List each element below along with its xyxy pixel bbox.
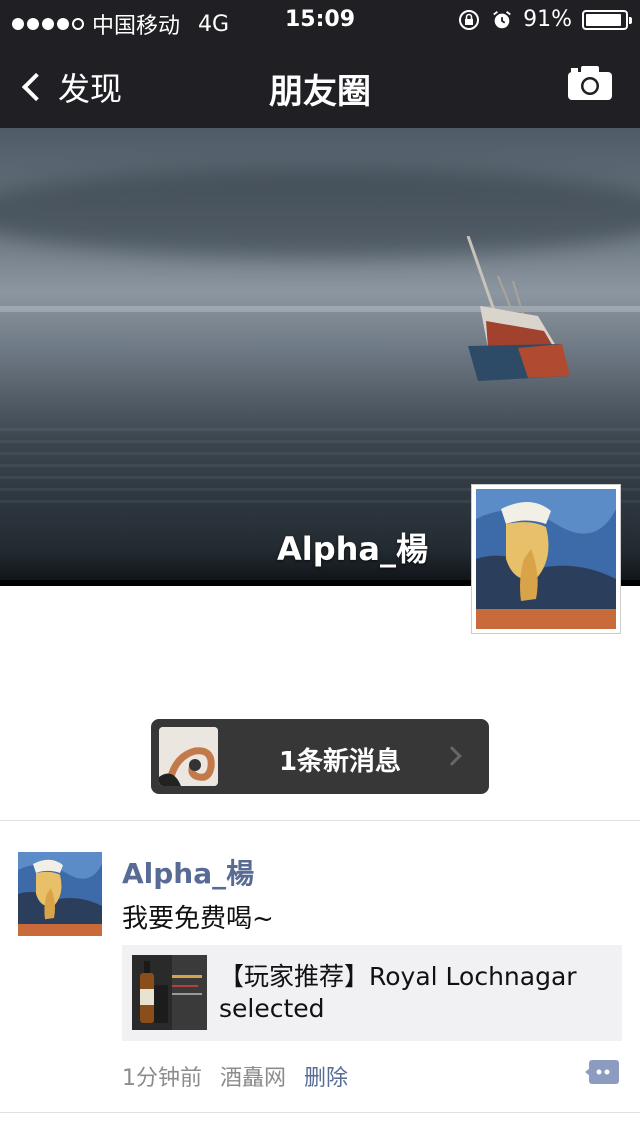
battery-icon (582, 9, 632, 30)
comment-icon[interactable] (585, 1060, 619, 1086)
whisky-bottle-image (132, 955, 207, 1030)
post-text: 我要免费喝~ (122, 904, 274, 934)
camera-icon[interactable] (568, 66, 612, 100)
link-title: 【玩家推荐】Royal Lochnagar selected (219, 962, 577, 1023)
profile-avatar[interactable] (471, 484, 621, 634)
cover-username: Alpha_楊 (276, 530, 428, 568)
rotation-lock-icon (459, 9, 480, 30)
battery-fill (586, 13, 621, 26)
post-time: 1分钟前 (122, 1066, 202, 1091)
status-bar: 中国移动 4G 15:09 91% (0, 0, 640, 40)
author-painting-image (18, 852, 102, 936)
alarm-icon (493, 10, 511, 28)
post-author-name[interactable]: Alpha_楊 (122, 852, 254, 892)
status-right: 91% (457, 7, 632, 32)
page-title: 朋友圈 (269, 72, 371, 112)
shipwreck-image (466, 236, 570, 381)
shared-link-card[interactable]: 【玩家推荐】Royal Lochnagar selected (122, 945, 622, 1041)
link-thumbnail (132, 955, 207, 1030)
nav-bar: 发现 朋友圈 (0, 40, 640, 128)
battery-percent: 91% (523, 7, 572, 32)
post-meta: 1分钟前 酒矗网 删除 (122, 1060, 348, 1092)
new-message-button[interactable]: 1条新消息 (151, 719, 489, 794)
delete-button[interactable]: 删除 (304, 1060, 348, 1092)
divider (0, 1112, 640, 1113)
new-message-label: 1条新消息 (278, 747, 402, 777)
post-source[interactable]: 酒矗网 (220, 1060, 286, 1092)
post-author-avatar[interactable] (18, 852, 102, 936)
divider (0, 820, 640, 821)
avatar-painting-image (476, 489, 616, 629)
